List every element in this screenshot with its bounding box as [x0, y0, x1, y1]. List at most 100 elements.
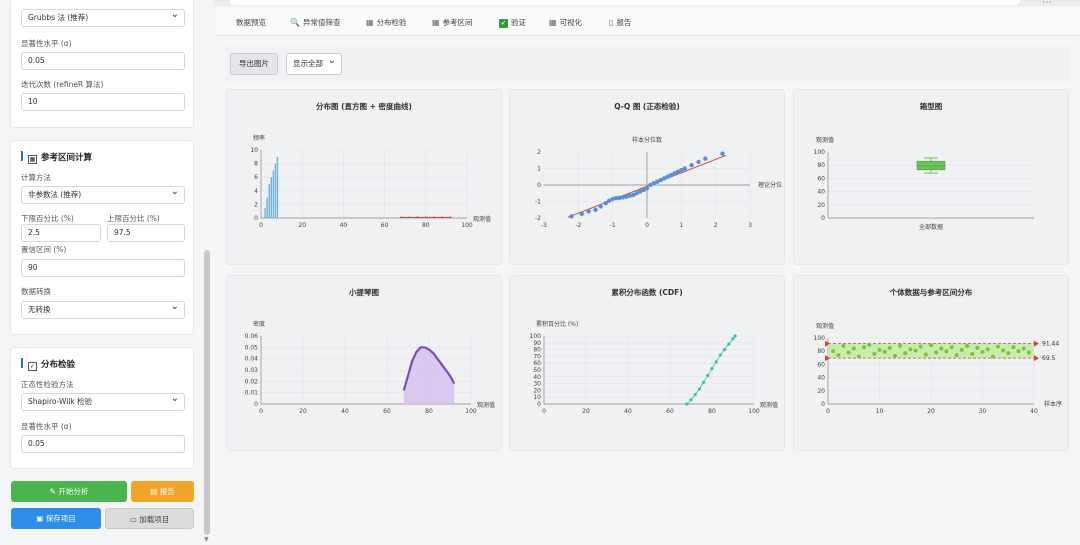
y-tick-label: 0 [537, 401, 541, 408]
tab-visualization[interactable]: ▦ 可视化 [549, 17, 582, 28]
lower-limit-arrow [1034, 355, 1039, 362]
y-tick-label: 0 [537, 182, 541, 189]
individual-chart: 0 20 40 60 80 100 0 10 20 30 40 观测值样本序 91.44 69.5 [814, 322, 1062, 415]
tab-report[interactable]: ▯ 报告 [609, 17, 631, 28]
tab-label: 可视化 [559, 18, 583, 27]
x-axis-label: 样本序 [1044, 400, 1062, 408]
qq-panel: Q-Q 图 (正态检验) -2 -1 0 1 2 -3 -2 -1 0 1 2 3 样本分位数 理论分位 [509, 89, 785, 265]
x-tick-label: -2 [575, 222, 581, 229]
x-tick-label: 2 [714, 222, 718, 229]
lower-pct-label: 下限百分比 (%) [21, 214, 74, 223]
save-project-button[interactable]: ▣ 保存项目 [11, 508, 101, 529]
start-analysis-label: 开始分析 [58, 487, 89, 496]
lower-pct-input[interactable]: 2.5 [21, 224, 101, 242]
y-tick-label: -2 [535, 215, 541, 222]
sig-level-input[interactable]: 0.05 [21, 52, 185, 70]
data-point [1011, 345, 1016, 350]
data-point [903, 351, 908, 356]
iteration-input[interactable]: 10 [21, 93, 185, 111]
chart-icon: ▦ [28, 155, 37, 164]
tab-label: 参考区间 [442, 18, 473, 27]
transform-label: 数据转换 [21, 287, 51, 296]
sig-level-2-input[interactable]: 0.05 [21, 435, 185, 453]
x-tick-label: 0 [259, 408, 263, 415]
report-button[interactable]: ▤ 报告 [131, 481, 194, 502]
data-point [836, 353, 841, 358]
data-point [913, 348, 918, 353]
y-tick-label: 20 [817, 202, 825, 209]
y-tick-label: 2 [254, 201, 258, 208]
address-bar[interactable] [230, 0, 1020, 5]
y-tick-label: 60 [817, 361, 825, 368]
tab-validation[interactable]: ✓ 验证 [499, 17, 526, 28]
x-tick-label: 60 [383, 408, 391, 415]
data-point [1021, 346, 1026, 351]
more-menu-icon[interactable]: ⋯ [1042, 0, 1052, 8]
y-tick-label: 40 [817, 189, 825, 196]
data-point [965, 343, 970, 348]
y-tick-label: 100 [814, 149, 826, 156]
outlier-method-select[interactable]: Grubbs 法 (推荐) [21, 7, 185, 27]
density-point [441, 216, 444, 219]
data-point [923, 352, 928, 357]
tab-label: 报告 [616, 18, 632, 27]
qq-point [598, 204, 603, 209]
tab-data-preview[interactable]: 数据预览 [236, 17, 266, 28]
transform-select[interactable]: 无转换 [21, 299, 185, 319]
ci-input[interactable]: 90 [21, 259, 185, 277]
x-tick-label: 20 [582, 408, 590, 415]
data-point [980, 349, 985, 354]
upper-limit-arrow [1034, 340, 1039, 347]
y-tick-label: 0.02 [245, 378, 259, 385]
qq-point [586, 209, 591, 214]
data-point [898, 343, 903, 348]
data-point [918, 344, 923, 349]
x-tick-label: 40 [341, 408, 349, 415]
search-icon: 🔍 [290, 18, 300, 27]
qq-point [720, 151, 725, 156]
tab-outlier[interactable]: 🔍 异常值筛查 [290, 17, 340, 28]
data-point [862, 345, 867, 350]
data-point [995, 344, 1000, 349]
density-point [400, 216, 402, 219]
data-point [929, 343, 933, 348]
x-tick-label: 100 [461, 222, 473, 229]
tab-label: 异常值筛查 [302, 18, 341, 27]
histogram-chart: 02468100 20 40 60 80 100频率观测值 [250, 134, 491, 229]
export-image-button[interactable]: 导出图片 [230, 53, 278, 75]
lower-limit-label: 69.5 [1042, 355, 1056, 362]
calc-method-select[interactable]: 非参数法 (推荐) [21, 184, 185, 204]
display-select[interactable]: 显示全部 [286, 51, 342, 75]
data-point [908, 347, 913, 352]
distribution-test-card: ✓分布检验 正态性检验方法 Shapiro-Wilk 检验 显著性水平 (α) … [10, 347, 194, 469]
data-point [959, 347, 964, 352]
tab-reference-interval[interactable]: ▦ 参考区间 [432, 17, 473, 28]
histogram-bar [276, 156, 279, 218]
tab-label: 分布检验 [376, 18, 407, 27]
upper-pct-input[interactable]: 97.5 [107, 224, 185, 242]
start-analysis-button[interactable]: ✎ 开始分析 [11, 481, 127, 502]
x-tick-label: 20 [298, 222, 306, 229]
individual-panel: 个体数据与参考区间分布 0 20 40 60 80 100 0 10 20 30 40 观测值 样本序 9… [793, 275, 1069, 451]
qq-point [644, 186, 650, 191]
x-tick-label: 80 [422, 222, 430, 229]
histogram-bar [270, 177, 272, 218]
density-point [449, 216, 452, 219]
sig-level-label: 显著性水平 (α) [21, 39, 72, 48]
y-tick-label: 0.05 [245, 344, 259, 351]
tab-distribution[interactable]: ▦ 分布检验 [366, 17, 407, 28]
tab-label: 验证 [511, 18, 526, 27]
x-tick-label: 0 [259, 222, 263, 229]
y-axis-label: 观测值 [816, 322, 834, 330]
normtest-select[interactable]: Shapiro-Wilk 检验 [21, 391, 185, 411]
data-point [954, 353, 959, 358]
qq-point [593, 207, 598, 212]
x-tick-label: 0 [826, 408, 830, 415]
scroll-down-icon[interactable]: ▼ [204, 536, 209, 543]
data-point [872, 351, 877, 356]
data-point [892, 353, 897, 358]
density-point [408, 216, 411, 219]
load-project-button[interactable]: ▭ 加载项目 [105, 508, 194, 529]
y-axis-label: 密度 [253, 320, 265, 328]
sidebar-scrollbar[interactable] [204, 250, 210, 535]
